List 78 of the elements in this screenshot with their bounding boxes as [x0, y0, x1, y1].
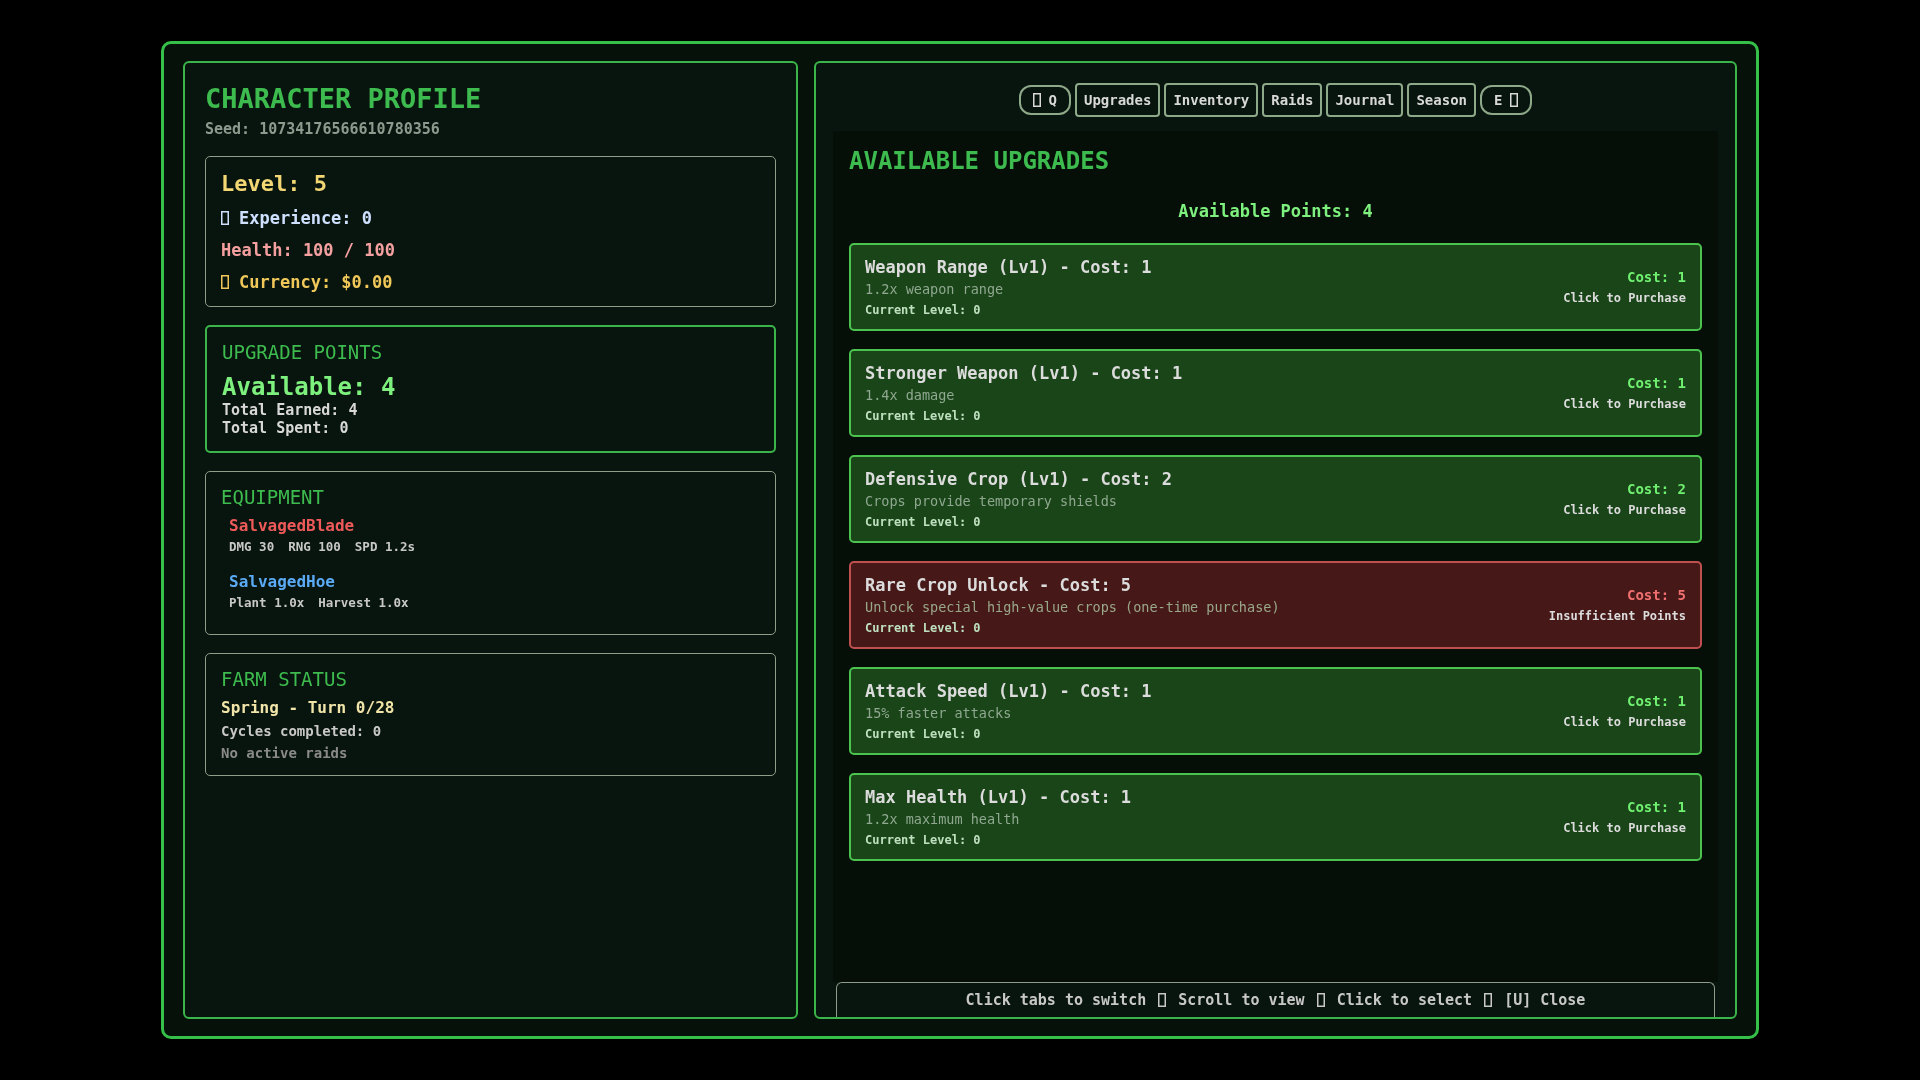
upgrade-title: Defensive Crop (Lv1) - Cost: 2 — [865, 469, 1173, 489]
experience-text: Experience: 0 — [239, 208, 373, 228]
hint-text: [U] Close — [1504, 991, 1586, 1009]
upgrade-status: Click to Purchase — [1563, 821, 1686, 835]
box-icon — [1510, 93, 1519, 107]
upgrade-cost: Cost: 1 — [1627, 799, 1686, 815]
upgrade-card[interactable]: Stronger Weapon (Lv1) - Cost: 1 1.4x damage Current Level: 0 Cost: 1 Click to Purchase — [849, 349, 1702, 437]
upgrade-description: 1.4x damage — [865, 387, 956, 403]
section-title: EQUIPMENT — [221, 486, 325, 508]
tab[interactable]: Raids — [1262, 83, 1323, 117]
upgrade-cost: Cost: 1 — [1627, 375, 1686, 391]
upgrade-title: Attack Speed (Lv1) - Cost: 1 — [865, 681, 1152, 701]
section-title: UPGRADE POINTS — [222, 341, 384, 363]
upgrade-level: Current Level: 0 — [865, 515, 982, 529]
upgrade-description: Unlock special high-value crops (one-time purchase) — [865, 599, 1280, 615]
upgrade-level: Current Level: 0 — [865, 409, 982, 423]
upgrade-card[interactable]: Rare Crop Unlock - Cost: 5 Unlock special high-value crops (one-time purchase) Current Level: 0 Cost: 5 Insufficient Points — [849, 561, 1702, 649]
equipment-stat: RNG 100 — [288, 539, 341, 554]
previous-tab-button[interactable]: Q — [1018, 85, 1071, 115]
level-text: Level: 5 — [221, 171, 328, 196]
hint-text: Scroll to view — [1178, 991, 1305, 1009]
upgrade-title: Max Health (Lv1) - Cost: 1 — [865, 787, 1132, 807]
upgrade-title: Stronger Weapon (Lv1) - Cost: 1 — [865, 363, 1183, 383]
upgrade-description: 1.2x weapon range — [865, 281, 1005, 297]
box-icon — [221, 211, 229, 225]
box-icon — [1032, 93, 1041, 107]
equipment-name: SalvagedBlade — [229, 516, 356, 535]
raids-text: No active raids — [221, 745, 349, 761]
equipment-stat: Plant 1.0x — [229, 595, 305, 610]
upgrade-status: Insufficient Points — [1548, 609, 1686, 623]
panel-title: CHARACTER PROFILE — [205, 83, 483, 114]
upgrade-description: 15% faster attacks — [865, 705, 1013, 721]
upgrade-cost: Cost: 5 — [1627, 587, 1686, 603]
upgrade-status: Click to Purchase — [1563, 397, 1686, 411]
upgrade-card[interactable]: Defensive Crop (Lv1) - Cost: 2 Crops provide temporary shields Current Level: 0 Cost: 2 Click to Purchase — [849, 455, 1702, 543]
upgrade-card[interactable]: Weapon Range (Lv1) - Cost: 1 1.2x weapon range Current Level: 0 Cost: 1 Click to Purchase — [849, 243, 1702, 331]
upgrade-level: Current Level: 0 — [865, 833, 982, 847]
upgrade-description: Crops provide temporary shields — [865, 493, 1118, 509]
available-points: Available: 4 — [222, 373, 397, 401]
equipment-name: SalvagedHoe — [229, 572, 336, 591]
box-icon — [1158, 993, 1167, 1007]
box-icon — [1484, 993, 1493, 1007]
equipment-stat: SPD 1.2s — [354, 539, 416, 554]
points-total: Total Earned: 4 — [222, 401, 359, 419]
equipment-stat: Harvest 1.0x — [318, 595, 409, 610]
currency-text: Currency: $0.00 — [239, 272, 393, 292]
equipment-stat: DMG 30 — [229, 539, 275, 554]
available-points: Available Points: 4 — [1177, 201, 1374, 221]
box-icon — [221, 275, 229, 289]
hint-text: Click tabs to switch — [965, 991, 1147, 1009]
view-title: AVAILABLE UPGRADES — [849, 147, 1111, 175]
upgrade-status: Click to Purchase — [1563, 715, 1686, 729]
health-text: Health: 100 / 100 — [221, 240, 395, 260]
section-title: FARM STATUS — [221, 668, 348, 690]
upgrade-card[interactable]: Max Health (Lv1) - Cost: 1 1.2x maximum health Current Level: 0 Cost: 1 Click to Purchase — [849, 773, 1702, 861]
hint-text: Click to select — [1336, 991, 1473, 1009]
box-icon — [1316, 993, 1325, 1007]
upgrade-level: Current Level: 0 — [865, 303, 982, 317]
upgrade-level: Current Level: 0 — [865, 621, 982, 635]
upgrade-status: Click to Purchase — [1563, 291, 1686, 305]
upgrade-title: Weapon Range (Lv1) - Cost: 1 — [865, 257, 1152, 277]
upgrade-cost: Cost: 2 — [1627, 481, 1686, 497]
upgrade-level: Current Level: 0 — [865, 727, 982, 741]
points-total: Total Spent: 0 — [222, 419, 350, 437]
season-text: Spring - Turn 0/28 — [221, 698, 396, 717]
upgrade-description: 1.2x maximum health — [865, 811, 1021, 827]
seed-text: Seed: 10734176566610780356 — [205, 120, 441, 138]
tab[interactable]: Journal — [1326, 83, 1404, 117]
upgrade-cost: Cost: 1 — [1627, 269, 1686, 285]
upgrade-status: Click to Purchase — [1563, 503, 1686, 517]
upgrade-cost: Cost: 1 — [1627, 693, 1686, 709]
next-tab-button[interactable]: E — [1480, 85, 1533, 115]
upgrade-title: Rare Crop Unlock - Cost: 5 — [865, 575, 1133, 595]
tab[interactable]: Inventory — [1164, 83, 1259, 117]
tab[interactable]: Upgrades — [1074, 83, 1161, 117]
upgrade-card[interactable]: Attack Speed (Lv1) - Cost: 1 15% faster attacks Current Level: 0 Cost: 1 Click to Purchase — [849, 667, 1702, 755]
tab[interactable]: Season — [1407, 83, 1476, 117]
cycles-text: Cycles completed: 0 — [221, 723, 383, 739]
